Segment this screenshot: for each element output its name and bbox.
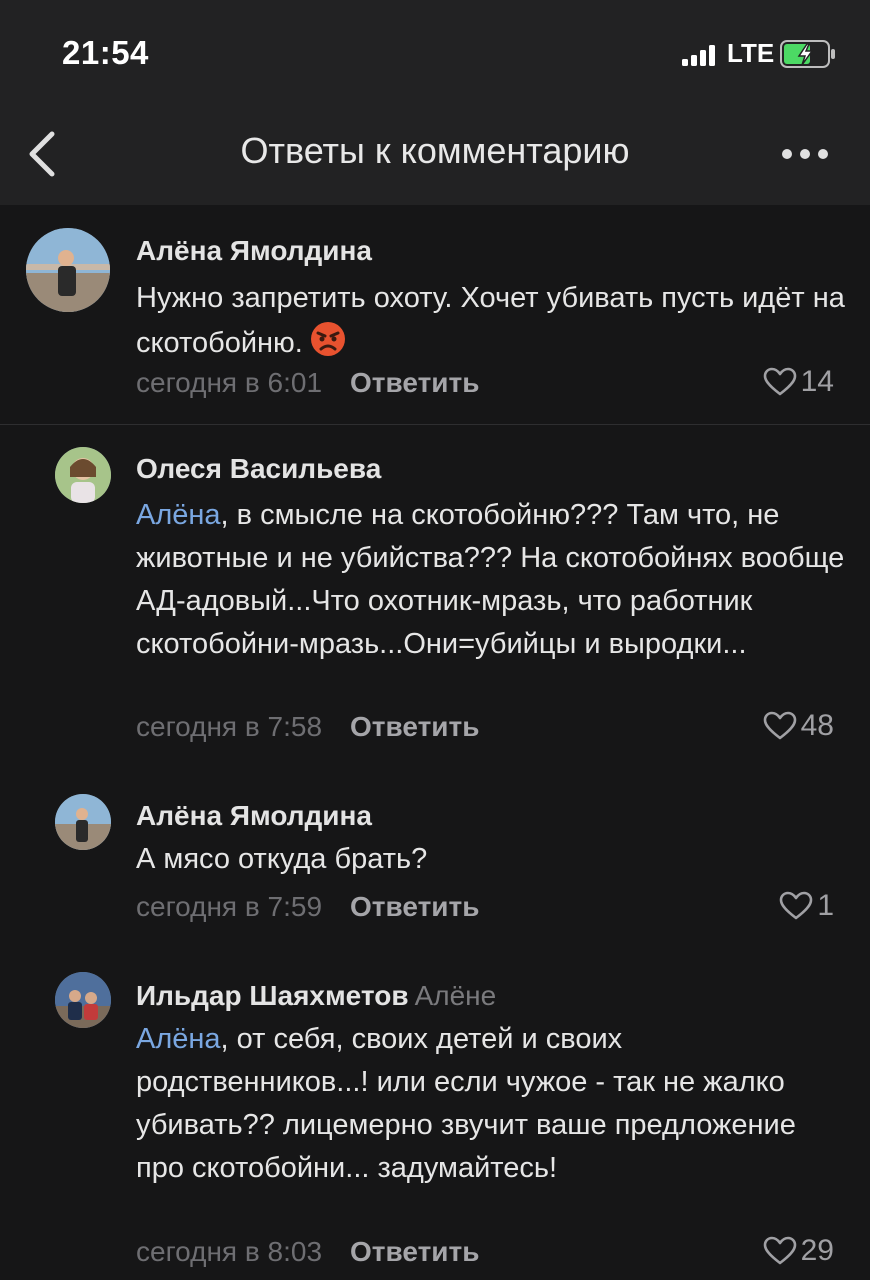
comment-meta: сегодня в 7:59 Ответить — [136, 891, 479, 923]
page-title: Ответы к комментарию — [240, 130, 630, 171]
author-name[interactable]: Ильдар Шаяхметов — [136, 980, 409, 1011]
angry-face-icon — [310, 322, 345, 356]
reply-comment: Ильдар Шаяхметов Алёне Алёна, от себя, св… — [0, 960, 870, 1280]
more-options-button[interactable] — [780, 146, 830, 162]
signal-strength-icon — [682, 42, 720, 66]
heart-icon — [763, 711, 796, 740]
comment-time: сегодня в 7:59 — [136, 891, 323, 922]
reply-button[interactable]: Ответить — [350, 711, 479, 742]
comment-time: сегодня в 6:01 — [136, 367, 323, 398]
avatar[interactable] — [55, 972, 111, 1028]
comment-time: сегодня в 7:58 — [136, 711, 323, 742]
mention-link[interactable]: Алёна — [136, 499, 221, 531]
battery-charging-icon — [780, 40, 835, 68]
reply-comment: Алёна Ямолдина А мясо откуда брать? сего… — [0, 780, 870, 940]
comment-author[interactable]: Олеся Васильева — [136, 453, 381, 485]
comment-text: Нужно запретить охоту. Хочет убивать пус… — [136, 282, 845, 359]
reply-button[interactable]: Ответить — [350, 1236, 479, 1267]
status-bar: 21:54 LTE — [0, 0, 870, 100]
reply-button[interactable]: Ответить — [350, 367, 479, 398]
like-count: 1 — [817, 889, 834, 922]
comment-meta: сегодня в 8:03 Ответить — [136, 1236, 479, 1268]
comment-text: Алёна, от себя, своих детей и своих родс… — [136, 1023, 796, 1184]
avatar[interactable] — [26, 228, 110, 312]
like-button[interactable]: 48 — [763, 709, 834, 743]
like-count: 48 — [800, 709, 834, 742]
comment-author[interactable]: Алёна Ямолдина — [136, 800, 372, 832]
comment-meta: сегодня в 7:58 Ответить — [136, 711, 479, 743]
comment-time: сегодня в 8:03 — [136, 1236, 323, 1267]
avatar[interactable] — [55, 447, 111, 503]
heart-icon — [763, 1236, 796, 1265]
like-button[interactable]: 29 — [763, 1234, 834, 1268]
avatar[interactable] — [55, 794, 111, 850]
comment-author: Ильдар Шаяхметов Алёне — [136, 980, 496, 1012]
reply-button[interactable]: Ответить — [350, 891, 479, 922]
navigation-bar: Ответы к комментарию — [0, 100, 870, 205]
like-count: 14 — [800, 365, 834, 398]
mention-link[interactable]: Алёна — [136, 1023, 221, 1055]
status-time: 21:54 — [62, 34, 149, 71]
comment-author[interactable]: Алёна Ямолдина — [136, 235, 372, 267]
reply-to-label[interactable]: Алёне — [415, 980, 497, 1011]
comment-meta: сегодня в 6:01 Ответить — [136, 367, 479, 399]
network-type: LTE — [727, 38, 775, 68]
heart-icon — [780, 891, 813, 920]
like-button[interactable]: 14 — [763, 365, 834, 399]
reply-comment: Олеся Васильева Алёна, в смысле на ското… — [0, 425, 870, 755]
root-comment: Алёна Ямолдина Нужно запретить охоту. Хо… — [0, 205, 870, 424]
comment-text: А мясо откуда брать? — [136, 843, 428, 875]
comment-text: Алёна, в смысле на скотобойню??? Там что… — [136, 499, 845, 660]
heart-icon — [763, 367, 796, 396]
like-button[interactable]: 1 — [779, 889, 834, 923]
like-count: 29 — [800, 1234, 834, 1267]
